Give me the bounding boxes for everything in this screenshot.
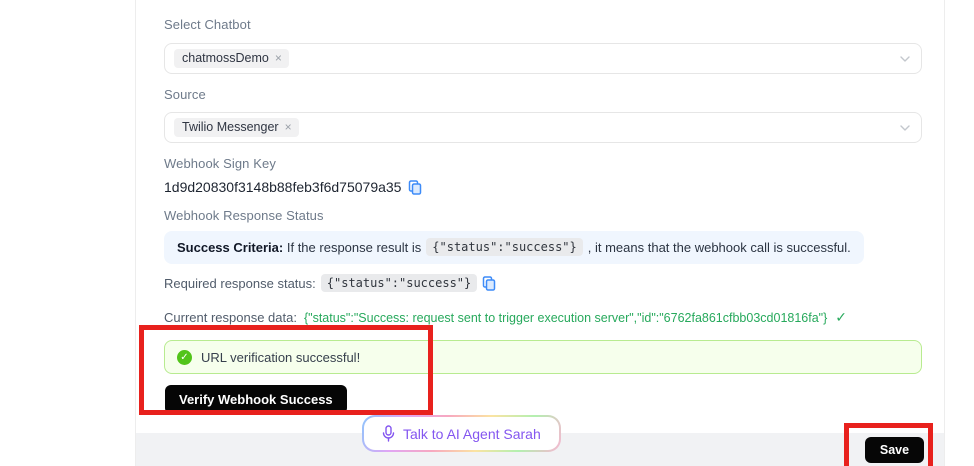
copy-icon[interactable]	[408, 180, 422, 195]
required-status-code-chip: {"status":"success"}	[321, 274, 478, 292]
sign-key-label: Webhook Sign Key	[164, 156, 276, 171]
webhook-settings-panel: Select Chatbot chatmossDemo × Source Twi…	[135, 0, 945, 466]
select-chatbot-label: Select Chatbot	[164, 17, 251, 32]
chatbot-select[interactable]: chatmossDemo ×	[164, 43, 922, 74]
required-status-label: Required response status:	[164, 276, 316, 291]
current-response-row: Current response data: {"status":"Succes…	[164, 309, 847, 326]
success-criteria-infobox: Success Criteria: If the response result…	[164, 231, 864, 264]
chatbot-selected-tag: chatmossDemo ×	[174, 49, 289, 68]
chevron-down-icon[interactable]	[899, 122, 911, 134]
criteria-code-chip: {"status":"success"}	[426, 238, 583, 256]
criteria-bold-text: Success Criteria:	[177, 240, 283, 255]
current-response-value: {"status":"Success: request sent to trig…	[304, 311, 827, 325]
sign-key-row: 1d9d20830f3148b88feb3f6d75079a35	[164, 179, 422, 195]
microphone-icon	[382, 425, 395, 443]
sign-key-value: 1d9d20830f3148b88feb3f6d75079a35	[164, 179, 401, 195]
chatbot-tag-label: chatmossDemo	[182, 51, 269, 65]
source-label: Source	[164, 87, 206, 102]
copy-icon[interactable]	[482, 276, 496, 291]
success-check-icon: ✓	[177, 350, 192, 365]
check-icon: ✓	[835, 309, 847, 326]
current-response-label: Current response data:	[164, 310, 297, 325]
criteria-text-2: , it means that the webhook call is succ…	[588, 240, 851, 255]
required-status-row: Required response status: {"status":"suc…	[164, 274, 496, 292]
talk-button-label: Talk to AI Agent Sarah	[403, 426, 541, 442]
response-status-label: Webhook Response Status	[164, 208, 324, 223]
verify-webhook-button[interactable]: Verify Webhook Success	[165, 385, 347, 414]
chatbot-tag-remove-icon[interactable]: ×	[275, 51, 282, 65]
url-verification-alert: ✓ URL verification successful!	[164, 340, 922, 374]
talk-to-agent-button[interactable]: Talk to AI Agent Sarah	[362, 415, 561, 452]
criteria-text-1: If the response result is	[287, 240, 421, 255]
source-selected-tag: Twilio Messenger ×	[174, 118, 299, 137]
source-select[interactable]: Twilio Messenger ×	[164, 112, 922, 143]
chevron-down-icon[interactable]	[899, 53, 911, 65]
save-button[interactable]: Save	[865, 437, 924, 463]
source-tag-remove-icon[interactable]: ×	[285, 120, 292, 134]
verification-message: URL verification successful!	[201, 350, 360, 365]
source-tag-label: Twilio Messenger	[182, 120, 279, 134]
